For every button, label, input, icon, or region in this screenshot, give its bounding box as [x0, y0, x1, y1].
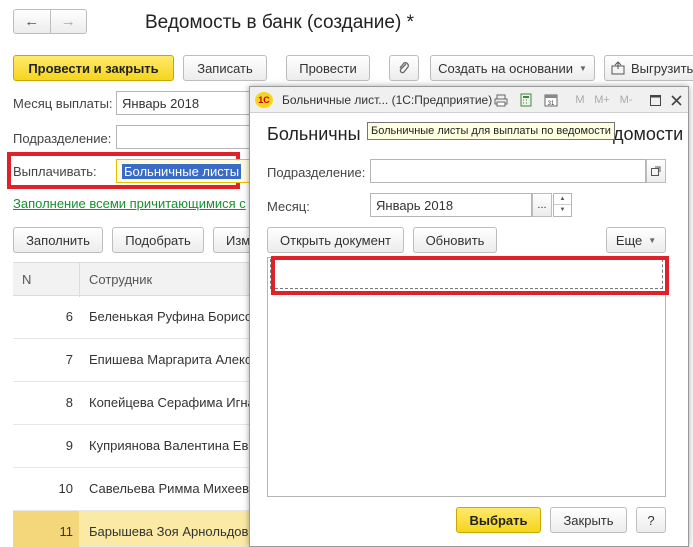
column-n[interactable]: N	[22, 272, 31, 287]
memory-plus-icon[interactable]: M+	[592, 92, 612, 108]
print-icon[interactable]	[493, 92, 509, 108]
page-title: Ведомость в банк (создание) *	[145, 12, 414, 33]
dropdown-arrow-icon: ▼	[648, 235, 657, 245]
pay-field[interactable]: Больничные листы	[116, 159, 256, 183]
month-label: Месяц выплаты:	[13, 96, 113, 111]
table-row-selected[interactable]: 11 Барышева Зоя Арнольдов	[13, 511, 253, 547]
table-row[interactable]: 6 Беленькая Руфина Борисо	[13, 296, 253, 339]
select-dialog-button[interactable]: Выбрать	[456, 507, 541, 533]
department-label: Подразделение:	[13, 131, 112, 146]
month-spin[interactable]: ▲ ▼	[553, 193, 572, 217]
save-button[interactable]: Записать	[183, 55, 267, 81]
open-form-icon	[651, 166, 661, 176]
attach-button[interactable]	[389, 55, 419, 81]
row-number: 6	[65, 309, 73, 324]
upload-label: Выгрузить	[631, 60, 693, 76]
fill-button[interactable]: Заполнить	[13, 227, 103, 253]
close-icon[interactable]	[668, 92, 684, 108]
sick-leave-dialog: 1C Больничные лист... (1С:Предприятие) 3…	[249, 86, 689, 547]
forward-arrow-icon[interactable]: →	[50, 9, 87, 34]
row-number: 10	[58, 481, 73, 496]
close-dialog-button[interactable]: Закрыть	[550, 507, 627, 533]
upload-icon	[611, 61, 625, 75]
row-number: 9	[65, 438, 73, 453]
app-logo-icon: 1C	[255, 92, 273, 108]
column-employee[interactable]: Сотрудник	[89, 272, 152, 287]
upload-button[interactable]: Выгрузить	[604, 55, 693, 81]
dialog-month-label: Месяц:	[267, 199, 310, 214]
list-highlight-frame	[271, 256, 669, 295]
row-employee: Барышева Зоя Арнольдов	[89, 524, 249, 539]
fill-all-link[interactable]: Заполнение всеми причитающимися с	[13, 196, 246, 211]
table-row[interactable]: 7 Епишева Маргарита Алекс	[13, 339, 253, 382]
more-button[interactable]: Еще ▼	[606, 227, 666, 253]
spin-up-icon[interactable]: ▲	[554, 194, 571, 205]
create-based-on-button[interactable]: Создать на основании ▼	[430, 55, 595, 81]
select-button[interactable]: Подобрать	[112, 227, 204, 253]
open-department-button[interactable]	[646, 159, 666, 183]
table-row[interactable]: 10 Савельева Римма Михеев	[13, 468, 253, 511]
memory-icon[interactable]: M	[572, 92, 588, 108]
row-employee: Копейцева Серафима Игна	[89, 395, 255, 410]
pay-value: Больничные листы	[122, 163, 242, 179]
create-based-on-label: Создать на основании	[438, 60, 573, 76]
dropdown-arrow-icon: ▼	[578, 63, 587, 73]
pay-label: Выплачивать:	[13, 164, 97, 179]
help-button[interactable]: ?	[636, 507, 666, 533]
month-choose-button[interactable]: ...	[532, 193, 552, 217]
row-employee: Епишева Маргарита Алекс	[89, 352, 252, 367]
dialog-department-label: Подразделение:	[267, 165, 366, 180]
row-employee: Беленькая Руфина Борисо	[89, 309, 253, 324]
row-employee: Савельева Римма Михеев	[89, 481, 249, 496]
dialog-window-title: Больничные лист... (1С:Предприятие)	[282, 93, 493, 107]
svg-text:31: 31	[548, 101, 555, 107]
more-label: Еще	[615, 232, 643, 248]
column-divider	[79, 263, 80, 297]
dialog-department-field[interactable]	[370, 159, 646, 183]
maximize-icon[interactable]	[647, 92, 663, 108]
dialog-heading-left: Больничны	[267, 124, 361, 144]
row-number: 8	[65, 395, 73, 410]
table-row[interactable]: 8 Копейцева Серафима Игна	[13, 382, 255, 425]
back-arrow-icon[interactable]: ←	[13, 9, 51, 34]
memory-minus-icon[interactable]: M-	[616, 92, 636, 108]
post-and-close-button[interactable]: Провести и закрыть	[13, 55, 174, 81]
table-header: N Сотрудник	[13, 262, 253, 297]
dialog-month-field[interactable]: Январь 2018	[370, 193, 532, 217]
refresh-button[interactable]: Обновить	[413, 227, 497, 253]
post-button[interactable]: Провести	[286, 55, 370, 81]
row-employee: Куприянова Валентина Ев	[89, 438, 249, 453]
table-row[interactable]: 9 Куприянова Валентина Ев	[13, 425, 253, 468]
department-field[interactable]	[116, 125, 256, 149]
row-number: 11	[59, 524, 74, 539]
paperclip-icon	[399, 62, 409, 74]
dialog-heading-right: домости	[613, 124, 684, 144]
open-document-button[interactable]: Открыть документ	[267, 227, 404, 253]
calculator-icon[interactable]	[518, 92, 534, 108]
row-number: 7	[65, 352, 73, 367]
month-field[interactable]: Январь 2018	[116, 91, 256, 115]
dialog-titlebar[interactable]: 1C Больничные лист... (1С:Предприятие) 3…	[250, 87, 688, 113]
calendar-icon[interactable]: 31	[543, 92, 559, 108]
navigation-buttons: ← →	[13, 9, 87, 34]
tooltip: Больничные листы для выплаты по ведомост…	[367, 122, 615, 140]
spin-down-icon[interactable]: ▼	[554, 205, 571, 216]
